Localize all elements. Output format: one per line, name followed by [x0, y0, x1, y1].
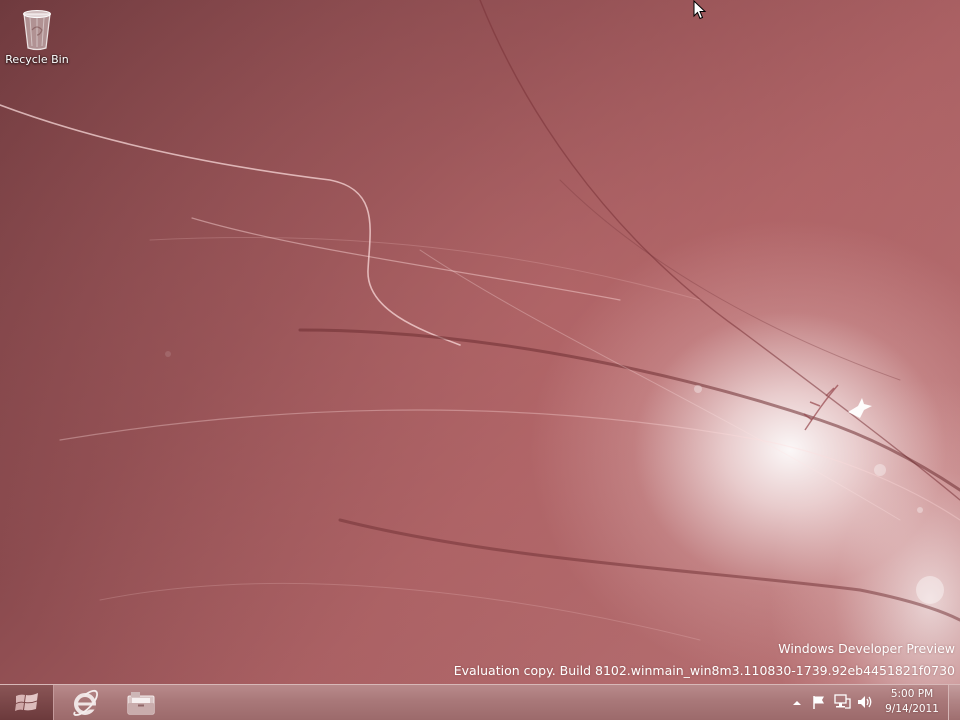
desktop[interactable]: Recycle Bin Windows Developer Preview Ev…	[0, 0, 960, 684]
mouse-pointer-icon	[693, 0, 707, 24]
recycle-bin-shortcut[interactable]: Recycle Bin	[4, 4, 70, 66]
taskbar: 5:00 PM 9/14/2011	[0, 684, 960, 720]
file-explorer-taskbar-button[interactable]	[116, 685, 166, 720]
internet-explorer-taskbar-button[interactable]	[60, 685, 110, 720]
watermark-build: Evaluation copy. Build 8102.winmain_win8…	[453, 663, 955, 678]
folder-icon	[127, 691, 155, 714]
evaluation-watermark: Windows Developer Preview Evaluation cop…	[454, 638, 955, 682]
recycle-bin-icon	[17, 4, 57, 52]
wallpaper-art	[0, 0, 960, 641]
watermark-title: Windows Developer Preview	[778, 641, 955, 656]
show-hidden-icons-chevron[interactable]	[792, 698, 802, 708]
network-icon[interactable]	[834, 694, 852, 710]
start-button[interactable]	[0, 685, 54, 720]
show-desktop-button[interactable]	[948, 685, 960, 720]
windows-logo-icon	[14, 692, 38, 711]
taskbar-clock[interactable]: 5:00 PM 9/14/2011	[872, 687, 952, 717]
internet-explorer-icon	[73, 689, 98, 716]
recycle-bin-label: Recycle Bin	[5, 53, 69, 66]
clock-date: 9/14/2011	[885, 703, 939, 715]
action-center-flag-icon[interactable]	[811, 694, 827, 710]
clock-time: 5:00 PM	[890, 688, 934, 700]
